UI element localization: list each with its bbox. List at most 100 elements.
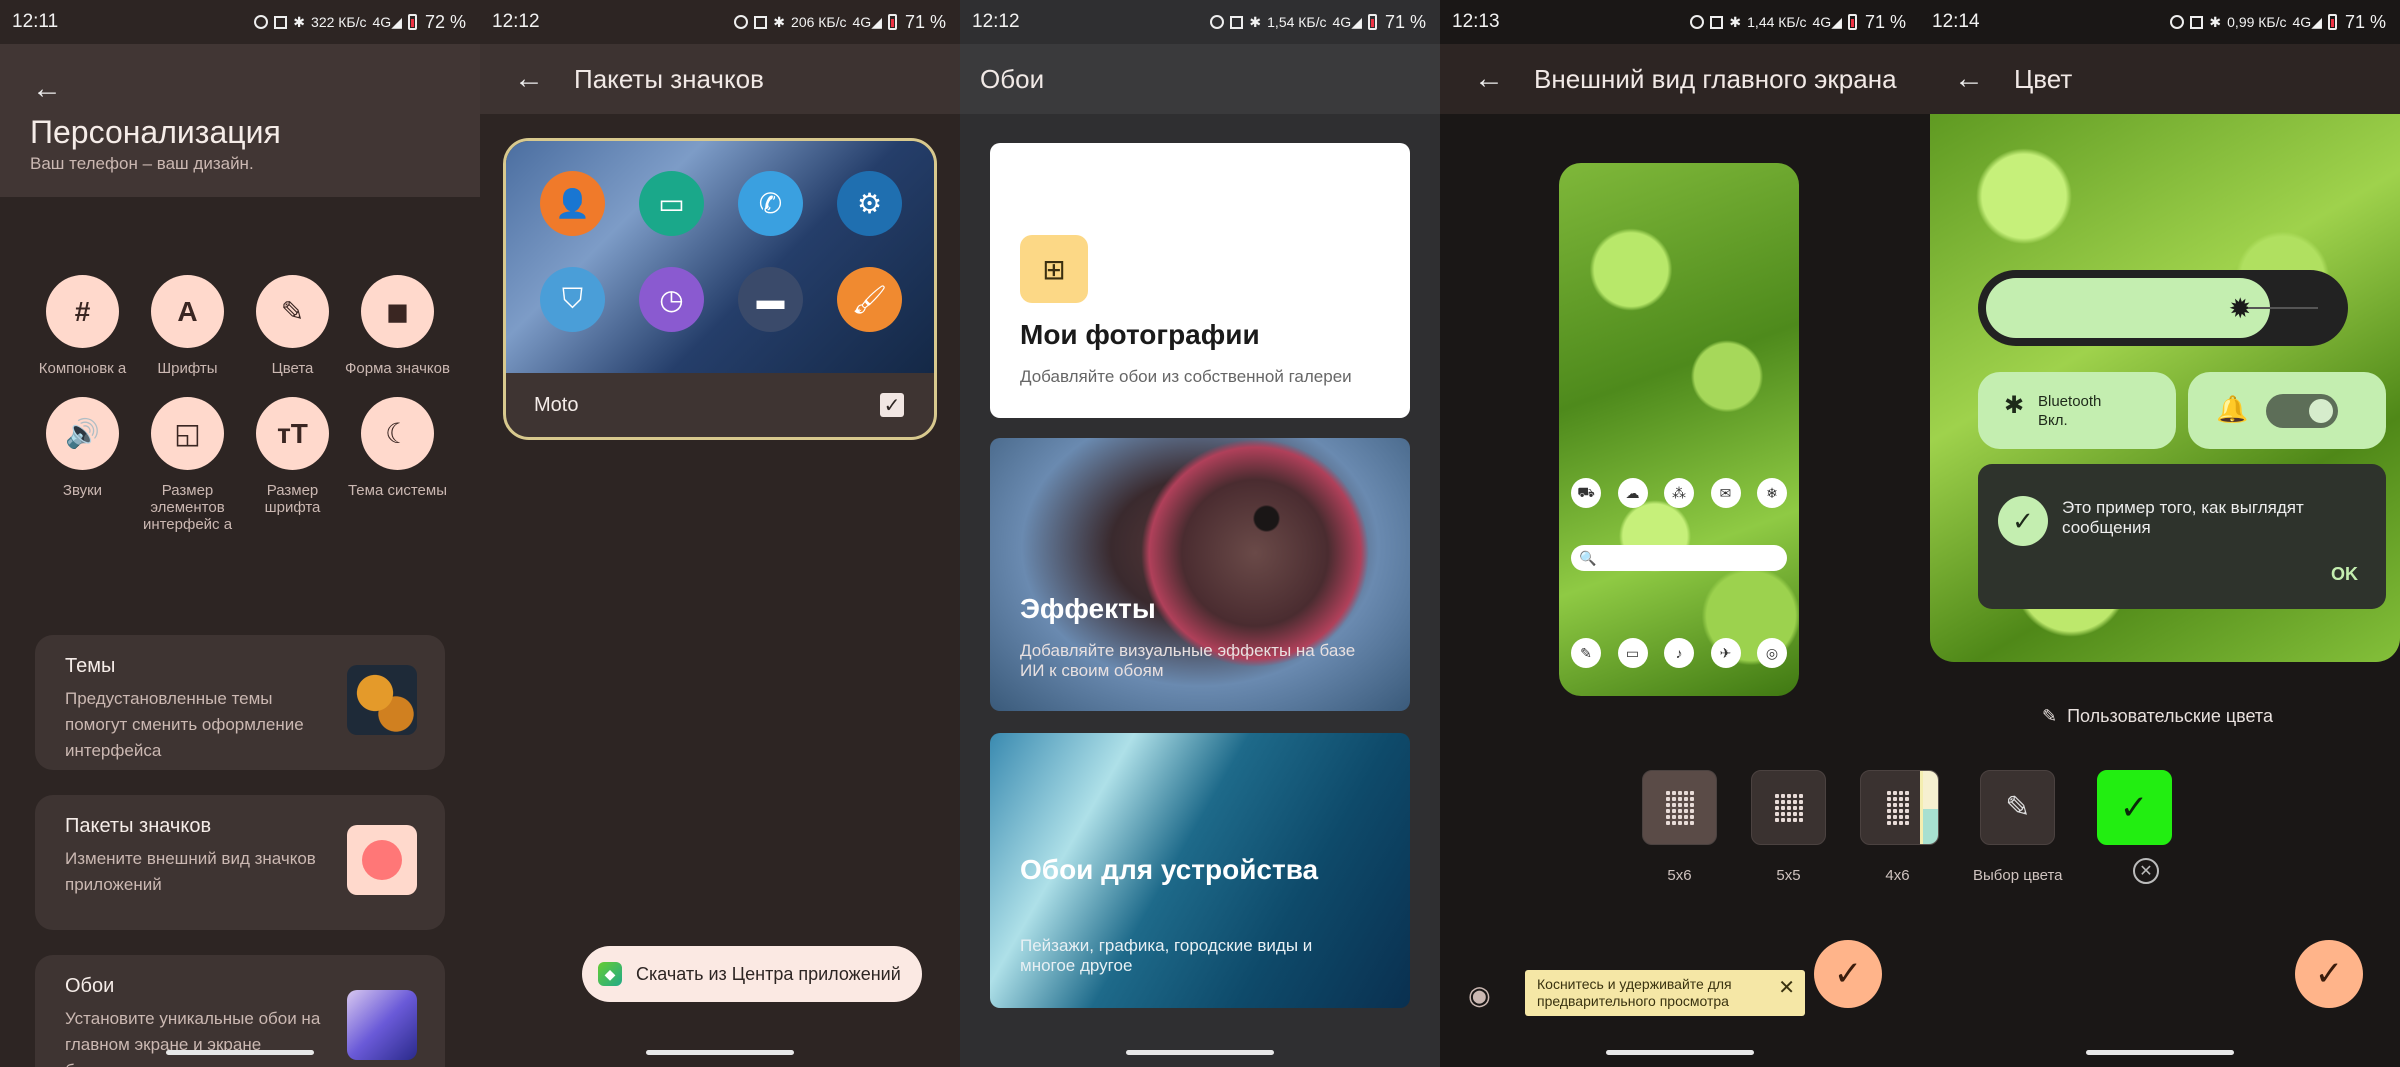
- card-title: Эффекты: [1020, 593, 1156, 624]
- signal-icon: 4G◢: [852, 13, 882, 30]
- my-photos-card[interactable]: ⊞ Мои фотографии Добавляйте обои из собс…: [990, 143, 1410, 418]
- battery-icon: [887, 14, 897, 30]
- device-wallpapers-card[interactable]: Обои для устройства Пейзажи, графика, го…: [990, 733, 1410, 1008]
- options-grid: # Компоновк а A Шрифты ✎ Цвета ◼ Форма значк…: [30, 275, 450, 533]
- status-time: 12:11: [12, 11, 59, 32]
- option-layout[interactable]: # Компоновк а: [30, 275, 135, 377]
- moon-icon: ☾: [361, 397, 434, 470]
- option-fonts[interactable]: A Шрифты: [135, 275, 240, 377]
- data-speed: 1,54 КБ/с: [1267, 14, 1327, 30]
- data-speed: 322 КБ/с: [311, 14, 367, 30]
- battery-icon: [2327, 14, 2337, 30]
- effects-card[interactable]: Эффекты Добавляйте визуальные эффекты на…: [990, 438, 1410, 711]
- alarm-toggle[interactable]: [2266, 394, 2338, 428]
- check-icon: ✓: [2119, 788, 2149, 827]
- card-title: Обои для устройства: [1020, 854, 1319, 885]
- back-arrow-icon[interactable]: ←: [514, 62, 544, 96]
- themes-card[interactable]: Темы Предустановленные темы помогут смен…: [35, 635, 445, 770]
- icon-packs-card[interactable]: Пакеты значков Измените внешний вид знач…: [35, 795, 445, 930]
- tooltip-text: Коснитесь и удерживайте для предваритель…: [1537, 976, 1732, 1009]
- folder-icon: ▭: [1617, 638, 1648, 668]
- download-from-app-center-button[interactable]: ◆ Скачать из Центра приложений: [582, 946, 922, 1002]
- page-subtitle: Ваш телефон – ваш дизайн.: [30, 154, 254, 173]
- bluetooth-icon: ✱: [2209, 13, 2222, 30]
- option-colors[interactable]: ✎ Цвета: [240, 275, 345, 377]
- custom-colors-link[interactable]: ✎ Пользовательские цвета: [2042, 706, 2273, 727]
- nfc-icon: [1710, 15, 1724, 29]
- icon-pack-name: Moto: [534, 394, 579, 416]
- option-ui-size[interactable]: ◱ Размер элементов интерфейс а: [135, 397, 240, 533]
- grid-option-5x6[interactable]: 5x6: [1642, 770, 1717, 884]
- text-size-icon: ᴛT: [256, 397, 329, 470]
- app-center-icon: ◆: [598, 962, 622, 986]
- card-desc: Пейзажи, графика, городские виды и много…: [1020, 936, 1313, 975]
- nfc-icon: [754, 15, 768, 29]
- back-arrow-icon[interactable]: ←: [1474, 62, 1504, 96]
- top-app-bar: ← Внешний вид главного экрана: [1440, 44, 1920, 114]
- nfc-icon: [274, 15, 288, 29]
- nav-handle[interactable]: [1126, 1050, 1274, 1055]
- add-photo-icon: ⊞: [1020, 235, 1088, 303]
- grid-5x5-icon: [1774, 793, 1803, 822]
- phone-icon: ✆: [738, 171, 803, 236]
- page-title: Персонализация: [30, 114, 281, 150]
- swatch-4x6-preview[interactable]: .: [1920, 770, 1939, 884]
- nav-handle[interactable]: [646, 1050, 794, 1055]
- battery-level: 71 %: [1864, 11, 1906, 32]
- eye-icon[interactable]: ◉: [1468, 980, 1491, 1011]
- wallet-icon: ▬: [738, 267, 803, 332]
- bell-icon: 🔔: [2216, 394, 2249, 424]
- home-screen-preview[interactable]: ⛟ ☁ ⁂ ✉ ❄ 🔍 ✎ ▭ ♪ ✈ ◎: [1559, 163, 1799, 696]
- apply-check-button[interactable]: ✓: [2295, 940, 2363, 1008]
- back-arrow-icon[interactable]: ←: [32, 72, 62, 106]
- nav-handle[interactable]: [1606, 1050, 1754, 1055]
- home-screen-appearance-screen: 12:13 ✱ 1,44 КБ/с 4G◢ 71 % ← Внешний вид…: [1440, 0, 1920, 1067]
- close-icon[interactable]: ✕: [1778, 978, 1795, 998]
- wallpapers-screen: 12:12 ✱ 1,54 КБ/с 4G◢ 71 % Обои ⊞ Мои фо…: [960, 0, 1440, 1067]
- card-desc: Добавляйте обои из собственной галереи: [1020, 367, 1352, 386]
- car-icon: ⛟: [1571, 478, 1601, 508]
- top-app-bar: Обои: [960, 44, 1440, 114]
- apps-icon: ⁂: [1664, 478, 1694, 508]
- color-picker-option[interactable]: ✎ Выбор цвета: [1973, 770, 2063, 884]
- option-icon-shape[interactable]: ◼ Форма значков: [345, 275, 450, 377]
- battery-icon: [407, 14, 417, 30]
- bluetooth-tile[interactable]: ✱ Bluetooth Вкл.: [1978, 372, 2176, 449]
- signal-icon: 4G◢: [1812, 13, 1842, 30]
- grid-option-4x6[interactable]: 4x6: [1860, 770, 1920, 884]
- grid-option-5x5[interactable]: 5x5: [1751, 770, 1826, 884]
- card-desc: Измените внешний вид значков приложений: [65, 849, 316, 894]
- nav-handle[interactable]: [166, 1050, 314, 1055]
- wallpaper-thumbnail: [347, 990, 417, 1060]
- cancel-circle-icon[interactable]: ✕: [2133, 858, 2159, 884]
- themes-thumbnail: [347, 665, 417, 735]
- selected-checkbox[interactable]: ✓: [880, 393, 904, 417]
- eyedropper-icon: ✎: [2005, 791, 2031, 824]
- cloud-icon: ☁: [1617, 478, 1648, 508]
- icon-pack-card[interactable]: 👤 ▭ ✆ ⚙ ⛉ ◷ ▬ 🖌 Moto ✓: [503, 138, 937, 440]
- option-font-size[interactable]: ᴛT Размер шрифта: [240, 397, 345, 533]
- back-arrow-icon[interactable]: ←: [1954, 62, 1984, 96]
- brightness-slider[interactable]: ✹: [1978, 270, 2348, 346]
- eyedropper-icon: ✎: [256, 275, 329, 348]
- option-system-theme[interactable]: ☾ Тема системы: [345, 397, 450, 533]
- compass-icon: ✈: [1710, 638, 1741, 668]
- signal-icon: 4G◢: [1332, 13, 1362, 30]
- bluetooth-icon: ✱: [773, 13, 786, 30]
- preview-tooltip: Коснитесь и удерживайте для предваритель…: [1525, 970, 1805, 1016]
- option-sounds[interactable]: 🔊 Звуки: [30, 397, 135, 533]
- search-bar: 🔍: [1571, 545, 1787, 571]
- ok-button[interactable]: OK: [2331, 564, 2358, 585]
- contacts-icon: 👤: [540, 171, 605, 236]
- apply-check-button[interactable]: ✓: [1814, 940, 1882, 1008]
- battery-icon: [1367, 14, 1377, 30]
- color-screen: 12:14 ✱ 0,99 КБ/с 4G◢ 71 % ← Цвет ✹ ✱ Bl…: [1920, 0, 2400, 1067]
- message-text: Это пример того, как выглядят сообщения: [2062, 498, 2304, 537]
- nav-handle[interactable]: [2086, 1050, 2234, 1055]
- alarm-tile[interactable]: 🔔: [2188, 372, 2386, 449]
- page-title: Обои: [980, 63, 1045, 94]
- data-speed: 1,44 КБ/с: [1747, 14, 1807, 30]
- card-desc: Предустановленные темы помогут сменить о…: [65, 689, 304, 760]
- status-bar: 12:12 ✱ 1,54 КБ/с 4G◢ 71 %: [960, 0, 1440, 44]
- icon-pack-preview: 👤 ▭ ✆ ⚙ ⛉ ◷ ▬ 🖌: [506, 141, 934, 373]
